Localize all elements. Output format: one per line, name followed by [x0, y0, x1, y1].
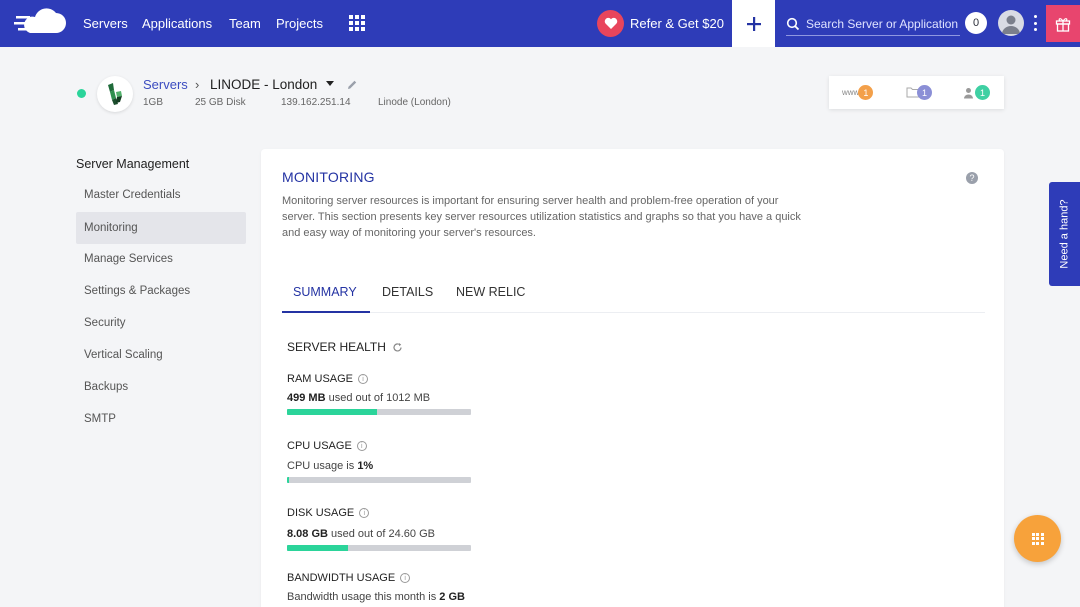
sidebar-item-backups[interactable]: Backups [76, 371, 246, 403]
search-icon [786, 17, 800, 30]
breadcrumb-separator-icon: › [195, 77, 200, 92]
refer-button[interactable]: Refer & Get $20 [597, 9, 724, 38]
quick-actions-button[interactable] [1014, 515, 1061, 562]
cpu-usage-title: CPU USAGE [287, 440, 352, 452]
disk-usage-bar [287, 545, 471, 551]
tab-details[interactable]: DETAILS [382, 285, 433, 299]
search-input[interactable]: Search Server or Application [786, 12, 960, 36]
bandwidth-amount: 2 GB [439, 591, 465, 603]
page-title: MONITORING [282, 169, 375, 185]
active-tab-indicator [282, 311, 370, 313]
server-status-dot [77, 89, 86, 98]
www-icon: www [842, 88, 860, 97]
stat-folders-count: 1 [917, 85, 932, 100]
page-description: Monitoring server resources is important… [282, 195, 801, 239]
stat-folders[interactable]: 1 [906, 85, 932, 100]
breadcrumb-servers[interactable]: Servers [143, 77, 188, 92]
sidebar-item-settings-packages[interactable]: Settings & Packages [76, 275, 246, 307]
bandwidth-usage-value: Bandwidth usage this month is 2 GB [287, 591, 465, 603]
disk-total: used out of 24.60 GB [327, 528, 435, 540]
ram-usage-title: RAM USAGE [287, 373, 354, 385]
search-placeholder: Search Server or Application [806, 16, 959, 31]
add-button[interactable] [732, 0, 775, 47]
section-title-text: SERVER HEALTH [287, 340, 386, 354]
gift-button[interactable] [1046, 5, 1080, 42]
stat-applications[interactable]: www 1 [842, 85, 874, 100]
tabs-divider [282, 312, 985, 313]
bandwidth-prefix: Bandwidth usage this month is [287, 591, 440, 603]
user-icon [1002, 15, 1020, 34]
ram-total: used out of 1012 MB [325, 392, 431, 404]
help-icon[interactable]: ? [966, 172, 978, 184]
sidebar-item-monitoring[interactable]: Monitoring [76, 212, 246, 244]
nav-applications[interactable]: Applications [142, 16, 212, 31]
apps-grid-icon[interactable] [349, 15, 365, 31]
bandwidth-usage-label: BANDWIDTH USAGE i [287, 572, 411, 584]
cpu-usage-label: CPU USAGE i [287, 440, 367, 452]
sidebar-title: Server Management [76, 157, 190, 171]
disk-usage-label: DISK USAGE i [287, 507, 370, 519]
ram-usage-bar [287, 409, 471, 415]
linode-logo [97, 76, 133, 112]
server-stats-box: www 1 1 1 [829, 76, 1004, 109]
nav-servers[interactable]: Servers [83, 16, 128, 31]
bandwidth-usage-title: BANDWIDTH USAGE [287, 572, 396, 584]
server-location: Linode (London) [378, 97, 451, 108]
info-icon[interactable]: i [359, 508, 370, 518]
info-icon[interactable]: i [358, 374, 369, 384]
info-icon[interactable]: i [356, 441, 367, 451]
section-title: SERVER HEALTH [287, 340, 403, 354]
server-ram: 1GB [143, 97, 164, 108]
disk-used: 8.08 GB [287, 528, 328, 540]
sidebar-item-manage-services[interactable]: Manage Services [76, 243, 246, 275]
refresh-icon[interactable] [392, 342, 403, 353]
notification-count[interactable]: 0 [965, 12, 987, 34]
sidebar-item-master-credentials[interactable]: Master Credentials [76, 179, 246, 211]
edit-pencil-icon[interactable] [346, 79, 358, 91]
sidebar-item-vertical-scaling[interactable]: Vertical Scaling [76, 339, 246, 371]
disk-usage-value: 8.08 GB used out of 24.60 GB [287, 528, 435, 540]
top-navbar: Servers Applications Team Projects Refer… [0, 0, 1080, 47]
gift-icon [1055, 17, 1071, 32]
ram-usage-value: 499 MB used out of 1012 MB [287, 392, 430, 404]
need-a-hand-tab[interactable]: Need a hand? [1049, 182, 1080, 286]
breadcrumb-server-name[interactable]: LINODE - London [210, 77, 317, 92]
refer-label: Refer & Get $20 [630, 16, 724, 31]
disk-usage-title: DISK USAGE [287, 507, 355, 519]
server-ip: 139.162.251.14 [281, 97, 351, 108]
cpu-usage-bar [287, 477, 471, 483]
tab-summary[interactable]: SUMMARY [293, 285, 357, 299]
nav-team[interactable]: Team [229, 16, 261, 31]
cpu-percent: 1% [357, 460, 374, 472]
user-avatar[interactable] [998, 10, 1024, 36]
cloudways-logo[interactable] [14, 8, 68, 38]
info-icon[interactable]: i [400, 573, 411, 583]
stat-users-count: 1 [975, 85, 990, 100]
ram-usage-label: RAM USAGE i [287, 373, 369, 385]
stat-applications-count: 1 [858, 85, 874, 100]
sidebar-item-security[interactable]: Security [76, 307, 246, 339]
nav-projects[interactable]: Projects [276, 16, 323, 31]
server-dropdown-caret-icon[interactable] [326, 81, 334, 86]
cpu-prefix: CPU usage is [287, 460, 358, 472]
grid-icon [1031, 532, 1044, 545]
stat-users[interactable]: 1 [963, 85, 990, 100]
server-disk: 25 GB Disk [195, 97, 246, 108]
monitoring-panel: MONITORING ? Monitoring server resources… [261, 149, 1004, 607]
plus-icon [746, 16, 761, 31]
user-icon [964, 87, 973, 98]
heart-icon [597, 10, 624, 37]
ram-used: 499 MB [287, 392, 326, 404]
cpu-usage-value: CPU usage is 1% [287, 460, 373, 472]
sidebar-item-smtp[interactable]: SMTP [76, 403, 246, 435]
more-menu-icon[interactable] [1034, 15, 1038, 31]
tab-new-relic[interactable]: NEW RELIC [456, 285, 525, 299]
need-a-hand-label: Need a hand? [1058, 199, 1071, 269]
